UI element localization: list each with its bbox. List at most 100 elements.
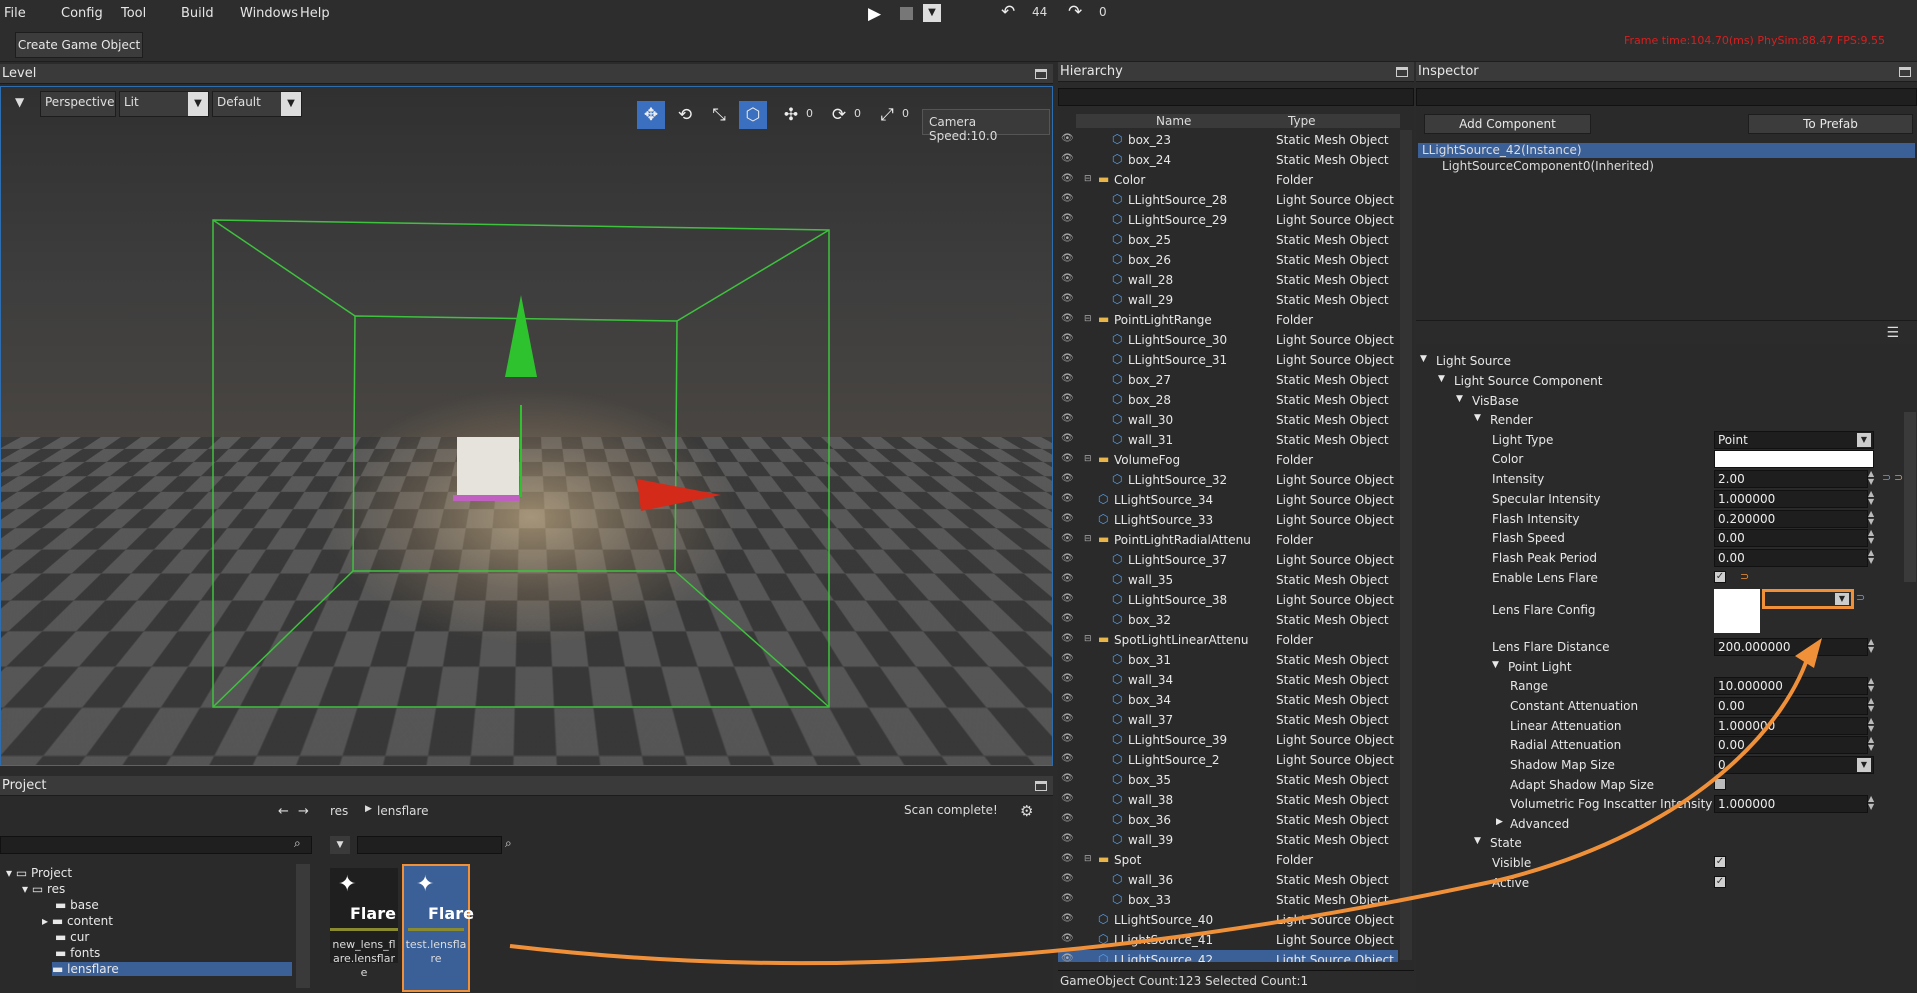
visibility-eye-icon[interactable]: 👁 <box>1061 273 1074 284</box>
tree-item-cur[interactable]: ▬ cur <box>55 930 89 944</box>
inspector-search-input[interactable] <box>1416 88 1917 106</box>
tree-item-lensflare[interactable]: ▬ lensflare <box>52 962 292 976</box>
visibility-eye-icon[interactable]: 👁 <box>1061 353 1074 364</box>
visibility-eye-icon[interactable]: 👁 <box>1061 773 1074 784</box>
visibility-eye-icon[interactable]: 👁 <box>1061 873 1074 884</box>
hierarchy-row[interactable]: 👁 ⬡ wall_38 Static Mesh Object <box>1058 790 1398 810</box>
visibility-eye-icon[interactable]: 👁 <box>1061 733 1074 744</box>
visibility-eye-icon[interactable]: 👁 <box>1061 493 1074 504</box>
hierarchy-row[interactable]: 👁 ⬡ box_23 Static Mesh Object <box>1058 130 1398 150</box>
collapse-toggle-icon[interactable]: ⊟ <box>1084 314 1092 324</box>
lens-flare-distance-field[interactable]: 200.000000 <box>1714 638 1868 656</box>
visibility-eye-icon[interactable]: 👁 <box>1061 613 1074 624</box>
spinner-icon[interactable]: ▲ ▼ <box>1868 529 1878 547</box>
visibility-eye-icon[interactable]: 👁 <box>1061 433 1074 444</box>
undo-icon[interactable]: ↶ <box>1001 2 1015 22</box>
instance-row[interactable]: LLightSource_42(Instance) <box>1418 143 1915 158</box>
spinner-icon[interactable]: ▲ ▼ <box>1868 795 1878 813</box>
visibility-eye-icon[interactable]: 👁 <box>1061 813 1074 824</box>
menu-windows[interactable]: Windows <box>240 6 298 21</box>
to-prefab-button[interactable]: To Prefab <box>1748 114 1913 134</box>
dock-pin-icon[interactable] <box>1899 67 1911 77</box>
hierarchy-row[interactable]: 👁 ⬡ wall_36 Static Mesh Object <box>1058 870 1398 890</box>
menu-lines-icon[interactable]: ☰ <box>1886 325 1899 341</box>
visibility-eye-icon[interactable]: 👁 <box>1061 153 1074 164</box>
play-options-icon[interactable]: ▼ <box>923 4 941 22</box>
collapse-toggle-icon[interactable]: ⊟ <box>1084 534 1092 544</box>
volumetric-fog-field[interactable]: 1.000000 <box>1714 795 1868 813</box>
visibility-eye-icon[interactable]: 👁 <box>1061 953 1074 962</box>
hierarchy-row[interactable]: 👁 ⬡ LLightSource_32 Light Source Object <box>1058 470 1398 490</box>
spinner-icon[interactable]: ▲ ▼ <box>1868 677 1878 695</box>
visibility-eye-icon[interactable]: 👁 <box>1061 173 1074 184</box>
visibility-eye-icon[interactable]: 👁 <box>1061 693 1074 704</box>
hierarchy-row[interactable]: 👁 ⬡ LLightSource_29 Light Source Object <box>1058 210 1398 230</box>
hierarchy-row[interactable]: 👁 ⬡ LLightSource_38 Light Source Object <box>1058 590 1398 610</box>
redo-icon[interactable]: ↷ <box>1068 2 1082 22</box>
hierarchy-row[interactable]: 👁 ⊟ ▬ VolumeFog Folder <box>1058 450 1398 470</box>
visibility-eye-icon[interactable]: 👁 <box>1061 933 1074 944</box>
hierarchy-row[interactable]: 👁 ⬡ box_32 Static Mesh Object <box>1058 610 1398 630</box>
rotate-tool-icon[interactable]: ⟲ <box>671 101 699 129</box>
link-icon[interactable]: ⊃ <box>1882 471 1891 484</box>
specular-intensity-field[interactable]: 1.000000 <box>1714 490 1868 508</box>
active-checkbox[interactable]: ✓ <box>1714 876 1726 888</box>
hierarchy-row[interactable]: 👁 ⬡ LLightSource_28 Light Source Object <box>1058 190 1398 210</box>
visibility-eye-icon[interactable]: 👁 <box>1061 453 1074 464</box>
forward-icon[interactable]: → <box>298 804 309 819</box>
hierarchy-row[interactable]: 👁 ⬡ LLightSource_30 Light Source Object <box>1058 330 1398 350</box>
tree-item-base[interactable]: ▬ base <box>55 898 99 912</box>
visibility-eye-icon[interactable]: 👁 <box>1061 253 1074 264</box>
hierarchy-row[interactable]: 👁 ⬡ wall_29 Static Mesh Object <box>1058 290 1398 310</box>
visibility-eye-icon[interactable]: 👁 <box>1061 573 1074 584</box>
search-icon[interactable]: ⌕ <box>505 836 512 851</box>
project-search-input[interactable] <box>0 836 312 854</box>
hierarchy-row[interactable]: 👁 ⬡ box_26 Static Mesh Object <box>1058 250 1398 270</box>
spinner-icon[interactable]: ▲ ▼ <box>1868 490 1878 508</box>
hierarchy-row[interactable]: 👁 ⬡ box_33 Static Mesh Object <box>1058 890 1398 910</box>
menu-file[interactable]: File <box>4 6 26 21</box>
breadcrumb-res[interactable]: res <box>330 804 348 818</box>
gear-icon[interactable]: ⚙ <box>1020 802 1033 820</box>
visibility-eye-icon[interactable]: 👁 <box>1061 753 1074 764</box>
visibility-eye-icon[interactable]: 👁 <box>1061 533 1074 544</box>
spinner-icon[interactable]: ▲ ▼ <box>1868 736 1878 754</box>
hierarchy-row[interactable]: 👁 ⬡ LLightSource_41 Light Source Object <box>1058 930 1398 950</box>
revert-icon[interactable]: ⊃ <box>1894 471 1903 484</box>
asset-test-lensflare[interactable]: ✦ Flare test.lensflare <box>402 864 474 992</box>
visibility-eye-icon[interactable]: 👁 <box>1061 393 1074 404</box>
hierarchy-scrollbar[interactable] <box>1400 130 1412 960</box>
hierarchy-row[interactable]: 👁 ⬡ LLightSource_40 Light Source Object <box>1058 910 1398 930</box>
camera-speed-readout[interactable]: Camera Speed:10.0 <box>922 109 1050 143</box>
hierarchy-row[interactable]: 👁 ⬡ box_34 Static Mesh Object <box>1058 690 1398 710</box>
collapse-toggle-icon[interactable]: ⊟ <box>1084 854 1092 864</box>
filter-icon[interactable]: ▼ <box>15 95 24 109</box>
visibility-eye-icon[interactable]: 👁 <box>1061 413 1074 424</box>
breadcrumb-lensflare[interactable]: lensflare <box>377 804 429 818</box>
level-viewport[interactable]: ▼ Perspective Lit ▼ Default ▼ ✥ ⟲ ⤡ ⬡ ✣ 0 … <box>0 86 1053 766</box>
visibility-eye-icon[interactable]: 👁 <box>1061 233 1074 244</box>
visibility-eye-icon[interactable]: 👁 <box>1061 313 1074 324</box>
visibility-eye-icon[interactable]: 👁 <box>1061 193 1074 204</box>
search-icon[interactable]: ⌕ <box>294 836 301 851</box>
rotate-snap-icon[interactable]: ⟳ <box>825 101 853 129</box>
filter-dropdown-icon[interactable]: ▼ <box>330 836 350 854</box>
visibility-eye-icon[interactable]: 👁 <box>1061 913 1074 924</box>
dock-pin-icon[interactable] <box>1396 67 1408 77</box>
hierarchy-row[interactable]: 👁 ⬡ wall_28 Static Mesh Object <box>1058 270 1398 290</box>
spinner-icon[interactable]: ▲ ▼ <box>1868 697 1878 715</box>
visibility-eye-icon[interactable]: 👁 <box>1061 333 1074 344</box>
hierarchy-row[interactable]: 👁 ⬡ LLightSource_33 Light Source Object <box>1058 510 1398 530</box>
visibility-eye-icon[interactable]: 👁 <box>1061 853 1074 864</box>
add-component-button[interactable]: Add Component <box>1424 114 1591 134</box>
column-type[interactable]: Type <box>1288 114 1316 128</box>
dock-pin-icon[interactable] <box>1035 781 1047 791</box>
hierarchy-row[interactable]: 👁 ⬡ box_28 Static Mesh Object <box>1058 390 1398 410</box>
visibility-eye-icon[interactable]: 👁 <box>1061 833 1074 844</box>
spinner-icon[interactable]: ▲ ▼ <box>1868 470 1878 488</box>
enable-lens-flare-checkbox[interactable]: ✓ <box>1714 571 1726 583</box>
hierarchy-row[interactable]: 👁 ⬡ LLightSource_2 Light Source Object <box>1058 750 1398 770</box>
visibility-eye-icon[interactable]: 👁 <box>1061 653 1074 664</box>
hierarchy-row[interactable]: 👁 ⬡ LLightSource_37 Light Source Object <box>1058 550 1398 570</box>
hierarchy-search-input[interactable] <box>1058 88 1414 106</box>
